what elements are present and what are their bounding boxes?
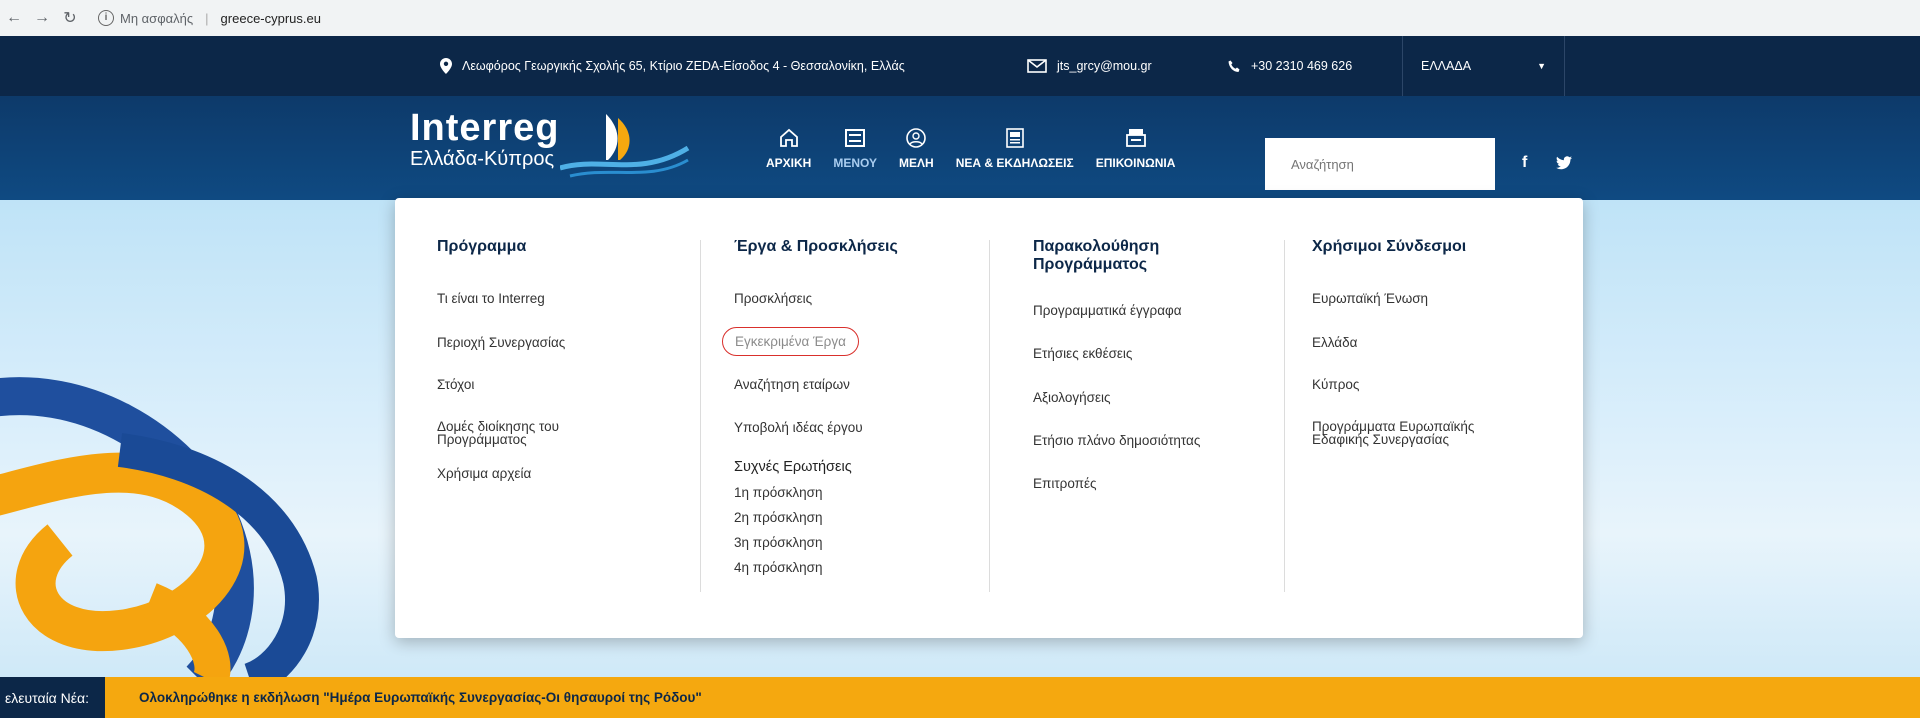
menu-link[interactable]: Δομές διοίκησης του Προγράμματος — [437, 420, 637, 447]
language-selector[interactable]: ΕΛΛΑΔΑ ▼ — [1402, 36, 1565, 96]
menu-link[interactable]: Αναζήτηση εταίρων — [734, 377, 850, 392]
twitter-icon[interactable] — [1556, 156, 1572, 170]
menu-column-title: Παρακολούθηση Προγράμματος — [1033, 238, 1160, 273]
email-info[interactable]: jts_grcy@mou.gr — [1027, 36, 1152, 96]
menu-link[interactable]: Προσκλήσεις — [734, 291, 812, 306]
site-logo[interactable]: Interreg Ελλάδα-Κύπρος — [410, 107, 690, 178]
menu-link[interactable]: Προγράμματα Ευρωπαϊκής Εδαφικής Συνεργασ… — [1312, 420, 1512, 447]
ticker-label: ελευταία Νέα: — [0, 677, 105, 718]
ticker-news-link[interactable]: Ολοκληρώθηκε η εκδήλωση "Ημέρα Ευρωπαϊκή… — [139, 690, 702, 705]
menu-column-title: Χρήσιμοι Σύνδεσμοι — [1312, 238, 1467, 255]
nav-home-label: ΑΡΧΙΚΗ — [766, 156, 812, 170]
top-info-bar: Λεωφόρος Γεωργικής Σχολής 65, Κτίριο ΖΕD… — [0, 36, 1920, 96]
news-icon — [1005, 128, 1024, 148]
menu-column-projects-calls: Έργα & Προσκλήσεις Προσκλήσεις Εγκεκριμέ… — [722, 238, 898, 575]
menu-link[interactable]: Επιτροπές — [1033, 476, 1097, 491]
site-header: Interreg Ελλάδα-Κύπρος ΑΡΧΙΚΗ ΜΕΝΟΥ ΜΕΛΗ… — [0, 96, 1920, 200]
menu-column-program: Πρόγραμμα Τι είναι το Interreg Περιοχή Σ… — [437, 238, 565, 481]
menu-link[interactable]: 4η πρόσκληση — [734, 560, 822, 575]
menu-link[interactable]: Τι είναι το Interreg — [437, 291, 545, 306]
envelope-icon — [1027, 59, 1047, 73]
home-icon — [779, 128, 798, 147]
menu-link[interactable]: Ελλάδα — [1312, 335, 1357, 350]
chevron-down-icon: ▼ — [1537, 61, 1546, 71]
phone-icon — [1228, 60, 1240, 72]
menu-link[interactable]: Ετήσιες εκθέσεις — [1033, 346, 1132, 361]
menu-link[interactable]: Κύπρος — [1312, 377, 1359, 392]
menu-link[interactable]: Ευρωπαϊκή Ένωση — [1312, 291, 1428, 306]
nav-news-events[interactable]: ΝΕΑ & ΕΚΔΗΛΩΣΕΙΣ — [945, 124, 1085, 170]
nav-contact[interactable]: ΕΠΙΚΟΙΝΩΝΙΑ — [1085, 124, 1187, 170]
members-icon — [906, 128, 927, 148]
menu-link[interactable]: Στόχοι — [437, 377, 474, 392]
menu-link-approved-projects[interactable]: Εγκεκριμένα Έργα — [722, 327, 859, 356]
menu-link[interactable]: 2η πρόσκληση — [734, 510, 822, 525]
faq-heading[interactable]: Συχνές Ερωτήσεις — [734, 460, 852, 475]
main-navigation: ΑΡΧΙΚΗ ΜΕΝΟΥ ΜΕΛΗ ΝΕΑ & ΕΚΔΗΛΩΣΕΙΣ ΕΠΙΚΟ… — [755, 124, 1186, 170]
column-divider — [989, 240, 990, 592]
email-text[interactable]: jts_grcy@mou.gr — [1057, 59, 1152, 73]
browser-toolbar: ← → ↻ i Μη ασφαλής | greece-cyprus.eu — [0, 0, 1920, 37]
address-separator: | — [205, 10, 209, 26]
nav-members[interactable]: ΜΕΛΗ — [888, 124, 945, 170]
contact-icon — [1125, 129, 1146, 147]
nav-menu[interactable]: ΜΕΝΟΥ — [822, 124, 888, 170]
menu-link[interactable]: Περιοχή Συνεργασίας — [437, 335, 565, 350]
facebook-icon[interactable]: f — [1522, 154, 1527, 172]
menu-column-monitoring: Παρακολούθηση Προγράμματος Προγραμματικά… — [1033, 238, 1213, 491]
forward-icon[interactable]: → — [28, 9, 56, 27]
menu-link[interactable]: Ετήσιο πλάνο δημοσιότητας — [1033, 433, 1200, 448]
search-input[interactable] — [1265, 138, 1495, 190]
column-divider — [700, 240, 701, 592]
back-icon[interactable]: ← — [0, 9, 28, 27]
nav-contact-label: ΕΠΙΚΟΙΝΩΝΙΑ — [1095, 156, 1176, 170]
menu-icon — [845, 129, 866, 147]
logo-subtitle: Ελλάδα-Κύπρος — [410, 148, 555, 170]
menu-column-title: Πρόγραμμα — [437, 238, 527, 255]
menu-link[interactable]: 3η πρόσκληση — [734, 535, 822, 550]
menu-column-title: Έργα & Προσκλήσεις — [734, 238, 898, 255]
column-divider — [1284, 240, 1285, 592]
nav-home[interactable]: ΑΡΧΙΚΗ — [755, 124, 822, 170]
phone-text[interactable]: +30 2310 469 626 — [1251, 59, 1352, 73]
url-text[interactable]: greece-cyprus.eu — [221, 11, 321, 26]
logo-brand: Interreg — [410, 107, 560, 149]
sailboat-logo-icon — [560, 114, 690, 178]
nav-news-events-label: ΝΕΑ & ΕΚΔΗΛΩΣΕΙΣ — [955, 156, 1074, 170]
mega-menu-dropdown: Πρόγραμμα Τι είναι το Interreg Περιοχή Σ… — [395, 198, 1583, 638]
menu-link[interactable]: Προγραμματικά έγγραφα — [1033, 303, 1182, 318]
reload-icon[interactable]: ↻ — [56, 8, 84, 28]
security-label: Μη ασφαλής — [120, 10, 194, 26]
address-info: Λεωφόρος Γεωργικής Σχολής 65, Κτίριο ΖΕD… — [440, 36, 905, 96]
info-icon[interactable]: i — [98, 10, 114, 26]
news-ticker: ελευταία Νέα: Ολοκληρώθηκε η εκδήλωση "Η… — [0, 677, 1920, 718]
menu-link[interactable]: Χρήσιμα αρχεία — [437, 466, 531, 481]
language-label: ΕΛΛΑΔΑ — [1421, 59, 1472, 73]
menu-column-useful-links: Χρήσιμοι Σύνδεσμοι Ευρωπαϊκή Ένωση Ελλάδ… — [1312, 238, 1474, 446]
phone-info[interactable]: +30 2310 469 626 — [1228, 36, 1352, 96]
nav-members-label: ΜΕΛΗ — [899, 156, 934, 170]
menu-link[interactable]: Αξιολογήσεις — [1033, 390, 1110, 405]
menu-link[interactable]: 1η πρόσκληση — [734, 485, 822, 500]
address-text: Λεωφόρος Γεωργικής Σχολής 65, Κτίριο ΖΕD… — [462, 59, 905, 73]
location-pin-icon — [440, 58, 452, 74]
rope-knot-image — [0, 377, 319, 677]
menu-link[interactable]: Υποβολή ιδέας έργου — [734, 420, 863, 435]
nav-menu-label: ΜΕΝΟΥ — [833, 156, 878, 170]
address-bar[interactable]: i Μη ασφαλής | greece-cyprus.eu — [98, 10, 321, 26]
